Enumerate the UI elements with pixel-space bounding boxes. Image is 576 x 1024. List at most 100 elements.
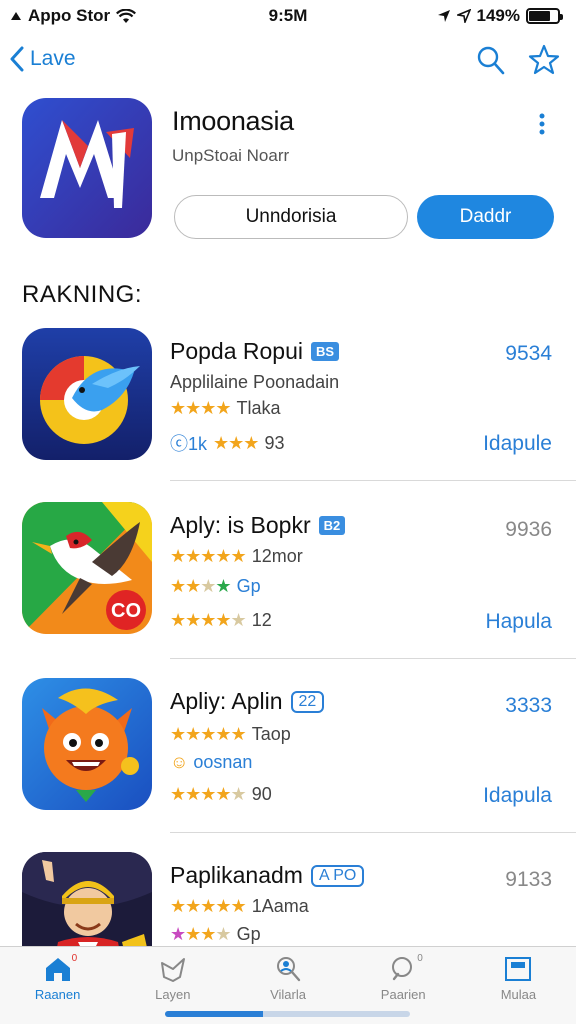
search-icon[interactable] — [476, 44, 506, 76]
info-line: ☺ oosnan — [170, 752, 252, 773]
box-icon — [505, 957, 532, 981]
rank-badge: BS — [311, 342, 340, 361]
m-logo-icon — [22, 98, 152, 238]
app-icon — [22, 328, 152, 460]
rating-text: 1Aama — [251, 896, 309, 916]
nav-actions — [476, 44, 560, 76]
ranking-row[interactable]: CO Aply: is Bopkr B2 ★★★★★ 12mor ★★★★ Gp… — [0, 502, 576, 659]
divider — [170, 832, 576, 833]
more-options-icon[interactable] — [538, 112, 546, 141]
rating-line: ★★★★★ 12mor — [170, 546, 303, 567]
app-icon — [22, 678, 152, 810]
featured-app-subtitle: UnpStoai Noarr — [172, 146, 290, 165]
tab-box[interactable]: Mulaa — [461, 947, 576, 1024]
app-title: Apliy: Aplin 22 — [170, 688, 325, 715]
status-bar: Appo Stor 9:5M 149% — [0, 0, 576, 32]
chevron-left-icon — [10, 46, 24, 72]
back-to-app-icon — [11, 12, 21, 20]
fox-character-icon — [22, 678, 152, 810]
rating-line: ★★★★★ 1Aama — [170, 896, 309, 917]
sub-rating-stars: ★★★★ — [170, 924, 232, 944]
app-title-text: Paplikanadm — [170, 862, 303, 888]
battery-percent: 149% — [476, 6, 520, 25]
rank-badge: 22 — [290, 690, 325, 713]
back-label: Lave — [30, 47, 76, 70]
battery-icon — [526, 8, 563, 24]
app-title-text: Popda Ropui — [170, 338, 303, 364]
rating-text: Taop — [251, 724, 291, 744]
rank-badge: A PO — [310, 864, 365, 887]
rating-stars: ★★★★★ — [170, 546, 247, 566]
wifi-icon — [116, 8, 137, 23]
app-score: 3333 — [505, 694, 552, 717]
layers-icon — [160, 958, 185, 982]
divider — [170, 658, 576, 659]
secondary-button[interactable]: Unndorisia — [174, 195, 408, 239]
app-action-link[interactable]: Idapula — [483, 784, 552, 808]
review-stars: ★★★ — [213, 432, 259, 453]
ranking-row[interactable]: Popda Ropui BS Applilaine Poonadain ★★★★… — [0, 328, 576, 481]
sub-rating-line: ★★★★ Gp — [170, 924, 261, 945]
app-title-text: Apliy: Aplin — [170, 688, 283, 714]
review-count: ⓒ1k — [170, 434, 208, 454]
back-button[interactable]: Lave — [10, 46, 76, 72]
rating-stars: ★★★★★ — [170, 896, 247, 916]
status-right: 149% — [437, 6, 563, 26]
review-text: 12 — [251, 610, 272, 630]
review-stars: ★★★★★ — [170, 784, 247, 804]
location-icon — [437, 10, 450, 22]
info-text: oosnan — [193, 752, 253, 772]
app-title: Aply: is Bopkr B2 — [170, 512, 346, 539]
app-title: Popda Ropui BS — [170, 338, 340, 365]
home-indicator — [165, 1011, 410, 1017]
app-score: 9534 — [505, 342, 552, 365]
review-line: ⓒ1k ★★★ 93 — [170, 430, 284, 456]
search-icon — [392, 957, 413, 981]
app-action-link[interactable]: Hapula — [485, 610, 552, 634]
sub-rating-text: Gp — [236, 924, 261, 944]
rank-badge: B2 — [318, 516, 346, 535]
divider — [170, 480, 576, 481]
tab-home[interactable]: 0 Raanen — [0, 947, 115, 1024]
tab-badge: 0 — [71, 953, 78, 964]
tab-label: Layen — [155, 987, 191, 1002]
app-score: 9133 — [505, 868, 552, 891]
emoji-icon: ☺ — [170, 752, 188, 772]
tab-label: Vilarla — [270, 987, 306, 1002]
section-title: RAKNING: — [22, 281, 143, 308]
rating-text: Tlaka — [236, 398, 281, 418]
app-icon: CO — [22, 502, 152, 634]
review-text: 90 — [251, 784, 272, 804]
alarm-icon — [456, 9, 471, 23]
rating-text: 12mor — [251, 546, 303, 566]
search-people-icon — [277, 957, 301, 982]
sub-rating-text: Gp — [236, 576, 261, 596]
rating-stars: ★★★★ — [170, 398, 232, 418]
status-left: Appo Stor — [10, 6, 137, 26]
status-carrier: Appo Stor — [28, 6, 111, 25]
rating-line: ★★★★ Tlaka — [170, 398, 281, 419]
star-icon[interactable] — [528, 44, 560, 76]
sub-rating-line: ★★★★ Gp — [170, 576, 261, 597]
svg-text:CO: CO — [111, 600, 141, 622]
tab-badge: 0 — [417, 953, 423, 964]
featured-app-title: Imoonasia — [172, 106, 294, 136]
review-stars: ★★★★★ — [170, 610, 247, 630]
nav-bar: Lave — [0, 40, 576, 88]
app-score: 9936 — [505, 518, 552, 541]
tab-label: Mulaa — [500, 987, 537, 1002]
featured-app-icon[interactable] — [22, 98, 152, 238]
get-button[interactable]: Daddr — [417, 195, 554, 239]
app-title: Paplikanadm A PO — [170, 862, 365, 889]
review-text: 93 — [264, 432, 285, 453]
app-title-text: Aply: is Bopkr — [170, 512, 311, 538]
rating-line: ★★★★★ Taop — [170, 724, 291, 745]
bird-game-icon: CO — [22, 502, 152, 634]
home-icon — [45, 958, 70, 981]
bird-logo-icon — [22, 328, 152, 460]
review-line: ★★★★★ 12 — [170, 610, 272, 631]
app-action-link[interactable]: Idapule — [483, 432, 552, 456]
tab-label: Paarien — [380, 987, 426, 1002]
ranking-row[interactable]: Apliy: Aplin 22 ★★★★★ Taop ☺ oosnan ★★★★… — [0, 678, 576, 833]
tab-label: Raanen — [34, 987, 81, 1002]
